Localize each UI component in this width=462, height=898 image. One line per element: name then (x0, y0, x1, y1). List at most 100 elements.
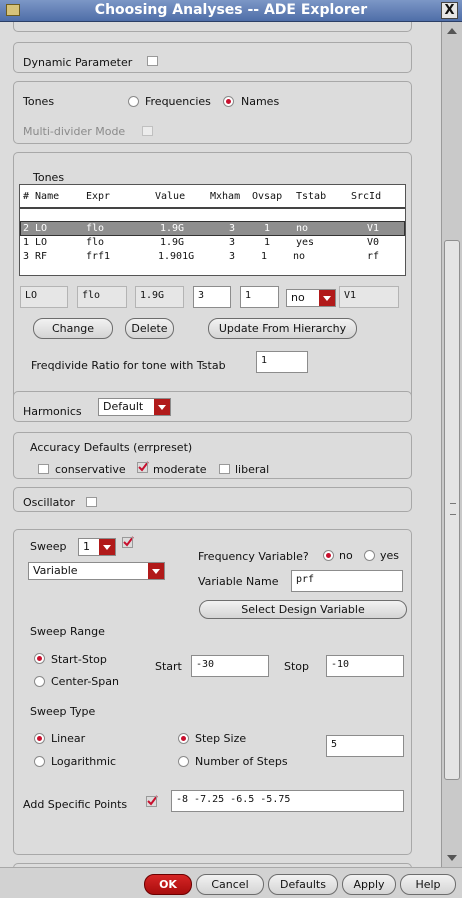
cell-mxham: 3 (229, 223, 236, 234)
close-button[interactable]: X (441, 2, 458, 19)
step-size-label: Step Size (195, 732, 247, 745)
cell-tstab: no (296, 223, 309, 234)
cell-tstab: no (293, 251, 306, 262)
cell-num-name: 1 LO (23, 237, 48, 248)
logarithmic-radio[interactable] (34, 756, 45, 767)
table-row[interactable]: 1 LO flo 1.9G 3 1 yes V0 (21, 236, 404, 249)
update-from-hierarchy-button[interactable]: Update From Hierarchy (208, 318, 357, 339)
help-button[interactable]: Help (400, 874, 456, 895)
harmonics-value: Default (103, 400, 144, 413)
liberal-label: liberal (235, 463, 270, 476)
change-button[interactable]: Change (33, 318, 113, 339)
step-value-field[interactable]: 5 (326, 735, 404, 757)
moderate-checkbox[interactable] (137, 460, 150, 476)
select-design-variable-button[interactable]: Select Design Variable (199, 600, 407, 619)
linear-radio[interactable] (34, 733, 45, 744)
moderate-label: moderate (153, 463, 207, 476)
defaults-button[interactable]: Defaults (268, 874, 338, 895)
frequencies-radio[interactable] (128, 96, 139, 107)
harmonics-group: Harmonics Default (13, 391, 412, 422)
frequencies-label: Frequencies (145, 95, 211, 108)
tone-expr-field[interactable]: flo (77, 286, 127, 308)
accuracy-label: Accuracy Defaults (errpreset) (30, 441, 193, 454)
freqdivide-label: Freqdivide Ratio for tone with Tstab (31, 359, 226, 372)
tone-ovsap-field[interactable]: 1 (240, 286, 279, 308)
tones-mode-label: Tones (23, 95, 55, 108)
number-of-steps-radio[interactable] (178, 756, 189, 767)
table-row[interactable]: 3 RF frf1 1.901G 3 1 no rf (21, 250, 404, 263)
scrollbar-thumb[interactable] (444, 240, 460, 780)
stop-label: Stop (284, 660, 310, 673)
conservative-label: conservative (55, 463, 126, 476)
chevron-down-icon (148, 563, 164, 579)
tones-table-label: Tones (33, 171, 65, 184)
sweep-range-label: Sweep Range (30, 625, 105, 638)
names-label: Names (241, 95, 280, 108)
cell-expr: frf1 (86, 251, 111, 262)
freq-var-yes-radio[interactable] (364, 550, 375, 561)
tone-value-field[interactable]: 1.9G (135, 286, 184, 308)
cell-ovsap: 1 (264, 237, 271, 248)
tone-name-field[interactable]: LO (20, 286, 68, 308)
chevron-down-icon (99, 539, 115, 555)
cancel-button[interactable]: Cancel (196, 874, 264, 895)
step-size-radio[interactable] (178, 733, 189, 744)
start-field[interactable]: -30 (191, 655, 269, 677)
partial-group-top (13, 22, 412, 32)
sweep-enable-checkbox[interactable] (122, 535, 135, 551)
title-bar: Choosing Analyses -- ADE Explorer X (0, 0, 462, 22)
cell-value: 1.9G (160, 237, 185, 248)
freq-var-yes-label: yes (380, 549, 400, 562)
header-ovsap: Ovsap (252, 191, 283, 202)
delete-button[interactable]: Delete (125, 318, 174, 339)
tone-tstab-select[interactable]: no (286, 289, 336, 307)
apply-button[interactable]: Apply (342, 874, 396, 895)
oscillator-label: Oscillator (23, 496, 75, 509)
center-span-radio[interactable] (34, 676, 45, 687)
sweep-count-select[interactable]: 1 (78, 538, 116, 556)
accuracy-group: Accuracy Defaults (errpreset) conservati… (13, 432, 412, 479)
form-content: Dynamic Parameter Tones Frequencies Name… (0, 22, 441, 867)
names-radio[interactable] (223, 96, 234, 107)
sweep-type-select[interactable]: Variable (28, 562, 165, 580)
cell-num-name: 2 LO (23, 223, 48, 234)
add-points-checkbox[interactable] (146, 794, 159, 810)
logarithmic-label: Logarithmic (51, 755, 117, 768)
tones-mode-group: Tones Frequencies Names Multi-divider Mo… (13, 81, 412, 144)
liberal-checkbox[interactable] (219, 464, 230, 474)
grip-icon (450, 503, 456, 515)
harmonics-select[interactable]: Default (98, 398, 171, 416)
vertical-scrollbar[interactable] (441, 22, 462, 867)
header-num-name: # Name (23, 191, 60, 202)
start-stop-radio[interactable] (34, 653, 45, 664)
header-expr: Expr (86, 191, 111, 202)
tone-tstab-value: no (291, 291, 305, 304)
sweep-group: Sweep 1 Variable Frequency Variable? no … (13, 529, 412, 855)
freqdivide-field[interactable]: 1 (256, 351, 308, 373)
variable-name-field[interactable]: prf (291, 570, 403, 592)
tone-srcid-field[interactable]: V1 (339, 286, 399, 308)
sweep-type-label: Sweep Type (30, 705, 96, 718)
add-points-label: Add Specific Points (23, 798, 128, 811)
dynamic-parameter-checkbox[interactable] (147, 56, 158, 66)
window-title: Choosing Analyses -- ADE Explorer (94, 2, 368, 18)
multidivider-checkbox[interactable] (142, 126, 153, 136)
variable-name-label: Variable Name (198, 575, 279, 588)
scroll-down-icon[interactable] (446, 853, 458, 863)
add-points-field[interactable]: -8 -7.25 -6.5 -5.75 (171, 790, 404, 812)
ok-button[interactable]: OK (144, 874, 192, 895)
cell-mxham: 3 (229, 237, 236, 248)
cell-srcid: V0 (367, 237, 380, 248)
cell-ovsap: 1 (261, 251, 268, 262)
stop-field[interactable]: -10 (326, 655, 404, 677)
table-row[interactable]: 2 LO flo 1.9G 3 1 no V1 (20, 221, 405, 236)
header-tstab: Tstab (296, 191, 327, 202)
oscillator-checkbox[interactable] (86, 497, 97, 507)
freq-var-no-radio[interactable] (323, 550, 334, 561)
tone-mxham-field[interactable]: 3 (193, 286, 231, 308)
scroll-up-icon[interactable] (446, 26, 458, 36)
oscillator-group: Oscillator (13, 487, 412, 512)
table-header: # Name Expr Value Mxham Ovsap Tstab SrcI… (20, 185, 405, 209)
cell-mxham: 3 (229, 251, 236, 262)
conservative-checkbox[interactable] (38, 464, 49, 474)
